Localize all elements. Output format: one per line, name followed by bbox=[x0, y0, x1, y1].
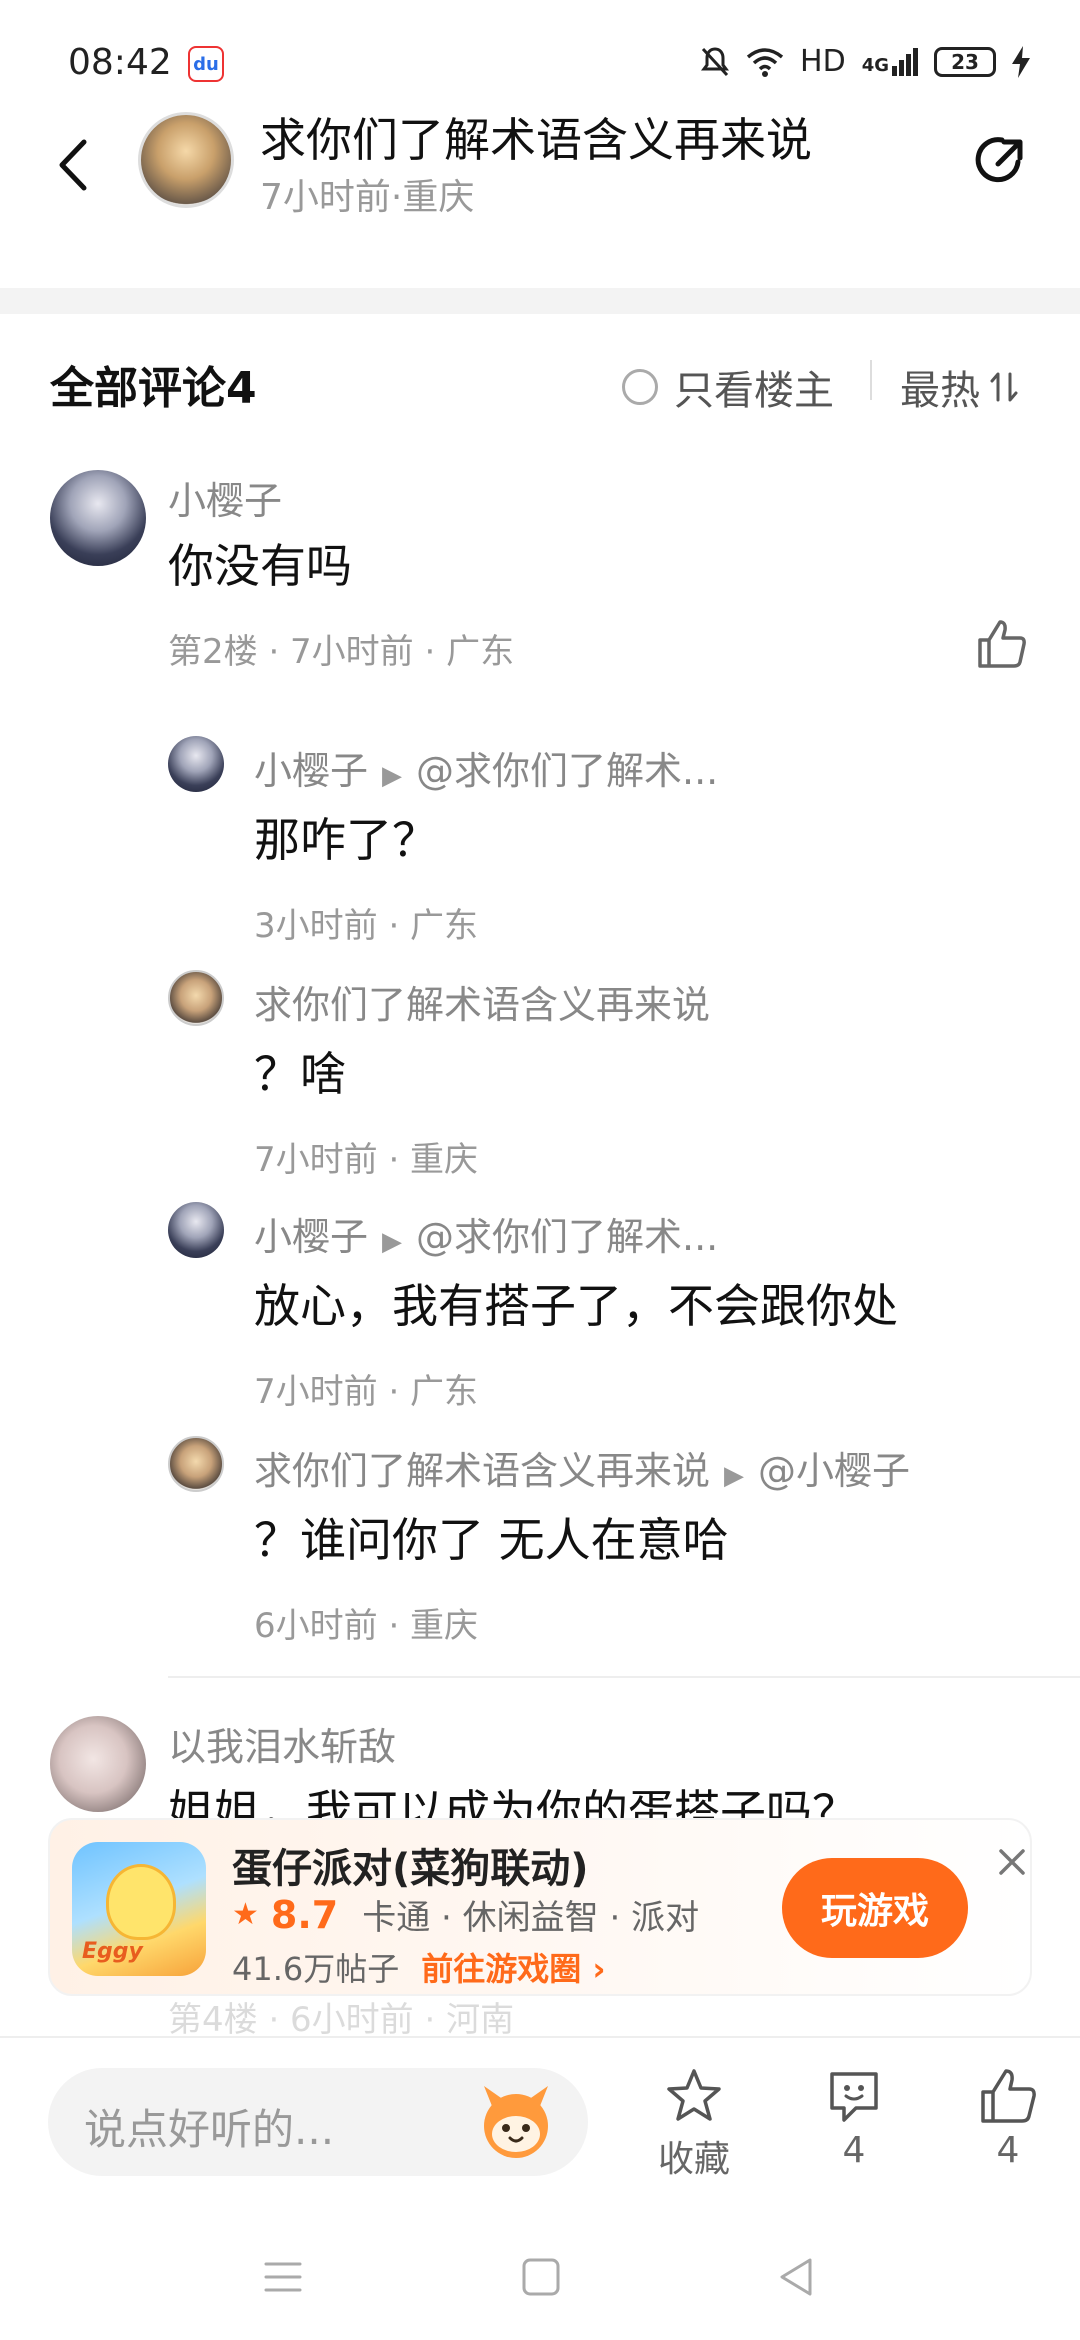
promo-close-button[interactable] bbox=[992, 1842, 1032, 1882]
comment-input[interactable]: 说点好听的... bbox=[48, 2068, 588, 2176]
wifi-icon bbox=[746, 47, 784, 77]
hd-indicator: HD bbox=[800, 44, 846, 79]
game-posts-row: 41.6万帖子 前往游戏圈 › bbox=[232, 1944, 606, 1990]
reply-avatar[interactable] bbox=[168, 1202, 224, 1258]
favorite-button[interactable]: 收藏 bbox=[634, 2066, 754, 2182]
reply-avatar[interactable] bbox=[168, 736, 224, 792]
game-name: 蛋仔派对(菜狗联动) bbox=[232, 1846, 589, 1892]
commenter-name[interactable]: 以我泪水斩敌 bbox=[168, 1716, 396, 1771]
reply-meta: 7小时前 · 重庆 bbox=[254, 1140, 479, 1180]
comment-text[interactable]: 你没有吗 bbox=[168, 530, 352, 596]
mascot-icon[interactable] bbox=[472, 2078, 560, 2166]
reply-arrow-icon: ▶ bbox=[724, 1461, 745, 1491]
reply-text[interactable]: 放心，我有搭子了，不会跟你处 bbox=[254, 1270, 898, 1336]
comment-bubble-icon bbox=[830, 2072, 878, 2122]
reply-text[interactable]: 那咋了？ bbox=[254, 804, 438, 870]
play-game-button[interactable]: 玩游戏 bbox=[782, 1858, 968, 1958]
menu-nav-icon[interactable] bbox=[258, 2252, 308, 2302]
close-icon bbox=[999, 1849, 1025, 1875]
reply-author[interactable]: 求你们了解术语含义再来说 bbox=[254, 1449, 710, 1493]
reply-to[interactable]: @求你们了解术... bbox=[416, 1215, 718, 1259]
share-icon bbox=[975, 137, 1023, 183]
sort-button[interactable]: 最热 bbox=[900, 358, 1018, 416]
favorite-label: 收藏 bbox=[657, 2139, 730, 2180]
share-button[interactable] bbox=[968, 128, 1032, 192]
charging-icon bbox=[1012, 45, 1030, 78]
reply-text[interactable]: ？谁问你了 无人在意哈 bbox=[254, 1504, 729, 1570]
comment-meta: 第2楼 · 7小时前 · 广东 bbox=[168, 632, 515, 672]
reply-author[interactable]: 求你们了解术语含义再来说 bbox=[254, 974, 710, 1029]
reply-meta: 3小时前 · 广东 bbox=[254, 906, 479, 946]
thumbs-up-icon bbox=[978, 620, 1026, 668]
reply-arrow-icon: ▶ bbox=[382, 761, 403, 791]
battery-icon: 23 bbox=[934, 46, 996, 77]
game-tags: 卡通 · 休闲益智 · 派对 bbox=[362, 1898, 700, 1938]
game-circle-link[interactable]: 前往游戏圈 › bbox=[421, 1944, 605, 1990]
like-count: 4 bbox=[996, 2130, 1020, 2171]
comment-meta: 第4楼 · 6小时前 · 河南 bbox=[168, 2000, 515, 2040]
divider bbox=[0, 2036, 1080, 2038]
reply-author[interactable]: 小樱子 bbox=[254, 1215, 368, 1259]
comment-input-placeholder: 说点好听的... bbox=[84, 2105, 335, 2154]
comment-count: 4 bbox=[842, 2130, 866, 2171]
only-op-toggle[interactable]: 只看楼主 bbox=[622, 358, 834, 416]
reply-author-line: 求你们了解术语含义再来说 ▶ @小樱子 bbox=[254, 1440, 910, 1495]
status-indicators: HD 4G 23 bbox=[700, 44, 1030, 79]
sort-icon bbox=[990, 372, 1018, 402]
commenter-name[interactable]: 小樱子 bbox=[168, 470, 282, 525]
post-title: 求你们了解术语含义再来说 bbox=[260, 113, 812, 167]
comment-count-button[interactable]: 4 bbox=[794, 2066, 914, 2171]
star-icon: ★ bbox=[232, 1897, 259, 1932]
status-time: 08:42 bbox=[68, 42, 172, 83]
game-icon[interactable]: Eggy bbox=[72, 1842, 206, 1976]
chevron-left-icon bbox=[59, 139, 87, 191]
sort-label: 最热 bbox=[900, 368, 980, 414]
reply-avatar[interactable] bbox=[168, 970, 224, 1026]
app-notification-icon: du bbox=[188, 46, 224, 82]
reply-avatar[interactable] bbox=[168, 1436, 224, 1492]
game-rating-row: ★ 8.7 卡通 · 休闲益智 · 派对 bbox=[232, 1890, 699, 1939]
back-nav-icon[interactable] bbox=[772, 2252, 822, 2302]
signal-icon bbox=[892, 47, 918, 76]
reply-author-line: 小樱子 ▶ @求你们了解术... bbox=[254, 740, 718, 795]
reply-arrow-icon: ▶ bbox=[382, 1227, 403, 1257]
comment-like-button[interactable] bbox=[976, 618, 1028, 670]
radio-icon bbox=[622, 369, 658, 405]
comments-title: 全部评论4 bbox=[50, 363, 257, 414]
game-circle-link-label: 前往游戏圈 bbox=[421, 1950, 582, 1988]
only-op-label: 只看楼主 bbox=[674, 368, 834, 414]
divider bbox=[870, 360, 872, 400]
reply-text[interactable]: ？啥 bbox=[254, 1038, 346, 1104]
section-divider bbox=[0, 288, 1080, 314]
chevron-right-icon: › bbox=[592, 1950, 606, 1988]
reply-meta: 6小时前 · 重庆 bbox=[254, 1606, 479, 1646]
commenter-avatar[interactable] bbox=[50, 1716, 146, 1812]
reply-author-line: 小樱子 ▶ @求你们了解术... bbox=[254, 1206, 718, 1261]
post-meta: 7小时前·重庆 bbox=[260, 177, 475, 218]
reply-to[interactable]: @小樱子 bbox=[758, 1449, 910, 1493]
star-outline-icon bbox=[667, 2069, 721, 2121]
home-nav-icon[interactable] bbox=[516, 2252, 566, 2302]
thumbs-up-icon bbox=[981, 2069, 1036, 2123]
network-indicator: 4G bbox=[862, 47, 918, 76]
game-post-count: 41.6万帖子 bbox=[232, 1950, 400, 1988]
reply-author[interactable]: 小樱子 bbox=[254, 749, 368, 793]
reply-meta: 7小时前 · 广东 bbox=[254, 1372, 479, 1412]
back-button[interactable] bbox=[44, 130, 100, 200]
commenter-avatar[interactable] bbox=[50, 470, 146, 566]
mute-bell-icon bbox=[701, 46, 730, 76]
author-avatar[interactable] bbox=[138, 112, 234, 208]
divider bbox=[168, 1676, 1080, 1678]
game-promo-card[interactable]: Eggy 蛋仔派对(菜狗联动) ★ 8.7 卡通 · 休闲益智 · 派对 41.… bbox=[48, 1818, 1032, 1996]
reply-to[interactable]: @求你们了解术... bbox=[416, 749, 718, 793]
game-score: 8.7 bbox=[270, 1892, 339, 1937]
like-post-button[interactable]: 4 bbox=[948, 2066, 1068, 2171]
